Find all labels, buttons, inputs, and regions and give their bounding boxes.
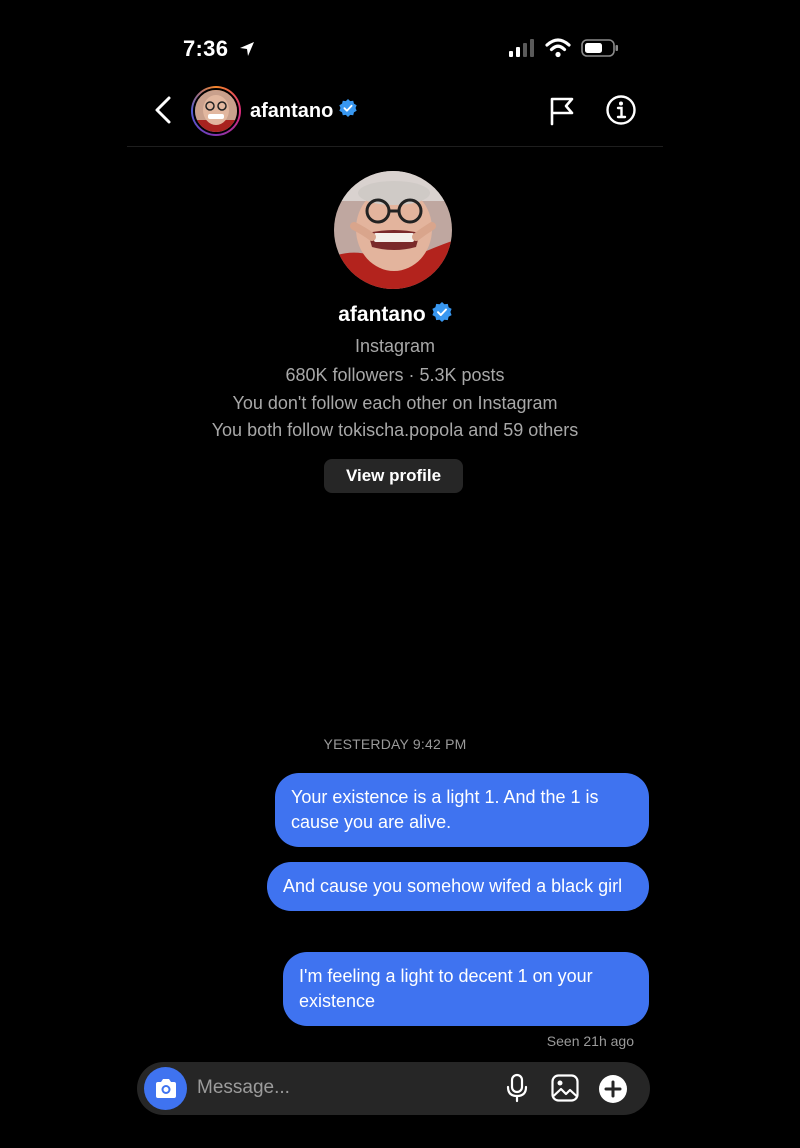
message-input[interactable] — [197, 1075, 487, 1101]
message-bubble[interactable]: Your existence is a light 1. And the 1 i… — [275, 773, 649, 847]
image-icon — [551, 1074, 579, 1102]
seen-receipt: Seen 21h ago — [546, 1033, 634, 1049]
message-bubble[interactable]: And cause you somehow wifed a black girl — [267, 862, 649, 911]
plus-circle-icon — [599, 1075, 627, 1103]
dm-screen: 7:36 afantano afantano Instagram 680K fo… — [127, 0, 663, 1148]
wifi-icon — [545, 38, 571, 63]
back-button[interactable] — [149, 94, 177, 126]
message-timestamp: YESTERDAY 9:42 PM — [323, 736, 467, 752]
header-avatar[interactable] — [191, 86, 241, 136]
chat-header: afantano — [127, 80, 663, 147]
flag-icon — [550, 97, 574, 126]
message-text: And cause you somehow wifed a black girl — [283, 876, 623, 896]
profile-platform: Instagram — [354, 336, 436, 356]
voice-message-button[interactable] — [505, 1073, 529, 1108]
battery-icon — [581, 38, 619, 63]
profile-name: afantano — [127, 302, 663, 328]
profile-stats: 680K followers · 5.3K posts — [285, 365, 505, 385]
message-text: Your existence is a light 1. And the 1 i… — [291, 787, 599, 832]
message-bubble[interactable]: I'm feeling a light to decent 1 on your … — [283, 952, 649, 1026]
status-icons — [509, 38, 619, 63]
camera-icon — [155, 1078, 176, 1098]
status-time: 7:36 — [183, 36, 255, 63]
verified-badge-icon — [432, 302, 452, 328]
status-time-text: 7:36 — [183, 36, 229, 61]
report-flag-button[interactable] — [549, 96, 575, 131]
camera-button[interactable] — [144, 1067, 187, 1110]
chevron-left-icon — [155, 96, 171, 124]
message-composer — [137, 1062, 650, 1115]
mutual-followers: You both follow tokischa.popola and 59 o… — [211, 420, 579, 440]
header-username[interactable]: afantano — [250, 99, 357, 123]
header-username-text: afantano — [250, 99, 334, 122]
gallery-button[interactable] — [550, 1073, 580, 1108]
conversation-info-button[interactable] — [605, 94, 637, 131]
view-profile-button[interactable]: View profile — [324, 459, 463, 493]
more-options-button[interactable] — [597, 1073, 629, 1110]
profile-avatar[interactable] — [334, 171, 452, 289]
info-icon — [606, 95, 636, 125]
profile-name-text: afantano — [338, 303, 426, 326]
avatar-photo-icon — [195, 90, 237, 132]
location-arrow-icon — [239, 37, 255, 63]
profile-photo-icon — [334, 171, 452, 289]
message-text: I'm feeling a light to decent 1 on your … — [299, 966, 593, 1011]
cellular-signal-icon — [509, 39, 535, 62]
verified-badge-icon — [339, 99, 357, 123]
follow-status: You don't follow each other on Instagram — [232, 393, 558, 413]
microphone-icon — [506, 1073, 528, 1103]
